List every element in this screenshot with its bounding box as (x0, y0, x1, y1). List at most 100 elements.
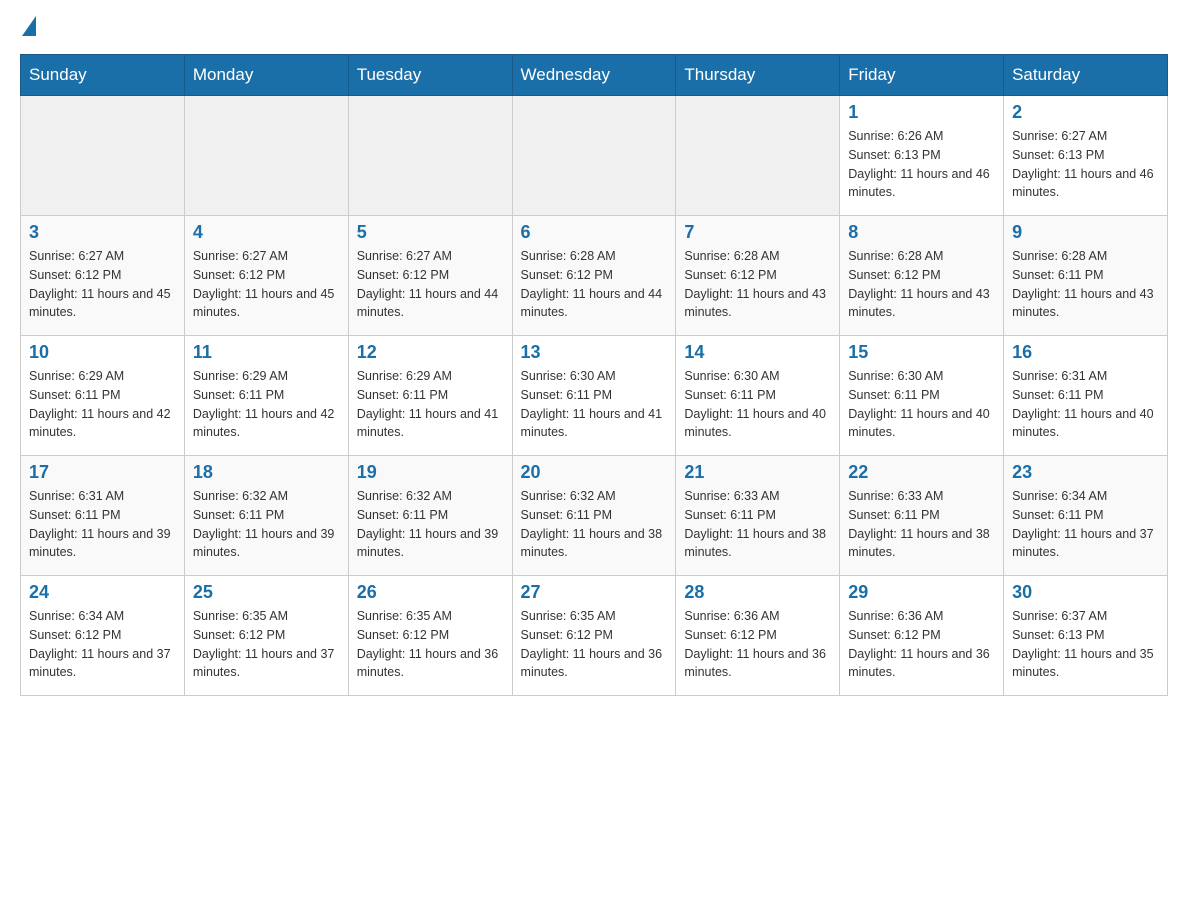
calendar-table: SundayMondayTuesdayWednesdayThursdayFrid… (20, 54, 1168, 696)
calendar-cell (184, 96, 348, 216)
calendar-cell: 23 Sunrise: 6:34 AM Sunset: 6:11 PM Dayli… (1004, 456, 1168, 576)
day-number: 4 (193, 222, 340, 243)
calendar-week-row: 17Sunrise: 6:31 AM Sunset: 6:11 PM Dayli… (21, 456, 1168, 576)
calendar-cell: 10 Sunrise: 6:29 AM Sunset: 6:11 PM Dayli… (21, 336, 185, 456)
day-number: 7 (684, 222, 831, 243)
day-number: 25 (193, 582, 340, 603)
day-number: 9 (1012, 222, 1159, 243)
day-number: 17 (29, 462, 176, 483)
day-info: Sunrise: 6:31 AM Sunset: 6:11 PM Dayligh… (1012, 367, 1159, 442)
day-number: 11 (193, 342, 340, 363)
calendar-week-row: 24 Sunrise: 6:34 AM Sunset: 6:12 PM Dayli… (21, 576, 1168, 696)
calendar-cell: 20 Sunrise: 6:32 AM Sunset: 6:11 PM Dayli… (512, 456, 676, 576)
day-number: 21 (684, 462, 831, 483)
day-info: Sunrise: 6:29 AM Sunset: 6:11 PM Dayligh… (357, 367, 504, 442)
day-of-week-header: Tuesday (348, 55, 512, 96)
day-number: 29 (848, 582, 995, 603)
calendar-cell: 28 Sunrise: 6:36 AM Sunset: 6:12 PM Dayli… (676, 576, 840, 696)
calendar-cell: 5 Sunrise: 6:27 AM Sunset: 6:12 PM Daylig… (348, 216, 512, 336)
calendar-cell: 12 Sunrise: 6:29 AM Sunset: 6:11 PM Dayli… (348, 336, 512, 456)
day-number: 13 (521, 342, 668, 363)
calendar-cell: 22 Sunrise: 6:33 AM Sunset: 6:11 PM Dayli… (840, 456, 1004, 576)
day-number: 30 (1012, 582, 1159, 603)
day-info: Sunrise: 6:26 AM Sunset: 6:13 PM Dayligh… (848, 127, 995, 202)
day-number: 18 (193, 462, 340, 483)
day-info: Sunrise: 6:32 AM Sunset: 6:11 PM Dayligh… (521, 487, 668, 562)
day-info: Sunrise: 6:34 AM Sunset: 6:11 PM Dayligh… (1012, 487, 1159, 562)
page-header (20, 20, 1168, 36)
day-number: 28 (684, 582, 831, 603)
calendar-cell: 16 Sunrise: 6:31 AM Sunset: 6:11 PM Dayli… (1004, 336, 1168, 456)
day-info: Sunrise: 6:32 AM Sunset: 6:11 PM Dayligh… (193, 487, 340, 562)
calendar-cell: 14Sunrise: 6:30 AM Sunset: 6:11 PM Dayli… (676, 336, 840, 456)
day-number: 23 (1012, 462, 1159, 483)
day-info: Sunrise: 6:27 AM Sunset: 6:12 PM Dayligh… (29, 247, 176, 322)
day-info: Sunrise: 6:28 AM Sunset: 6:12 PM Dayligh… (848, 247, 995, 322)
calendar-cell: 30 Sunrise: 6:37 AM Sunset: 6:13 PM Dayli… (1004, 576, 1168, 696)
calendar-cell: 6Sunrise: 6:28 AM Sunset: 6:12 PM Daylig… (512, 216, 676, 336)
day-info: Sunrise: 6:28 AM Sunset: 6:12 PM Dayligh… (521, 247, 668, 322)
calendar-cell: 8 Sunrise: 6:28 AM Sunset: 6:12 PM Daylig… (840, 216, 1004, 336)
day-number: 20 (521, 462, 668, 483)
day-info: Sunrise: 6:29 AM Sunset: 6:11 PM Dayligh… (29, 367, 176, 442)
calendar-cell: 18 Sunrise: 6:32 AM Sunset: 6:11 PM Dayli… (184, 456, 348, 576)
calendar-cell (348, 96, 512, 216)
day-number: 22 (848, 462, 995, 483)
day-number: 5 (357, 222, 504, 243)
day-info: Sunrise: 6:28 AM Sunset: 6:12 PM Dayligh… (684, 247, 831, 322)
day-number: 19 (357, 462, 504, 483)
day-number: 24 (29, 582, 176, 603)
day-info: Sunrise: 6:35 AM Sunset: 6:12 PM Dayligh… (193, 607, 340, 682)
calendar-cell: 3 Sunrise: 6:27 AM Sunset: 6:12 PM Daylig… (21, 216, 185, 336)
day-of-week-header: Saturday (1004, 55, 1168, 96)
day-info: Sunrise: 6:33 AM Sunset: 6:11 PM Dayligh… (848, 487, 995, 562)
calendar-cell: 19Sunrise: 6:32 AM Sunset: 6:11 PM Dayli… (348, 456, 512, 576)
calendar-cell: 26 Sunrise: 6:35 AM Sunset: 6:12 PM Dayli… (348, 576, 512, 696)
calendar-cell: 25 Sunrise: 6:35 AM Sunset: 6:12 PM Dayli… (184, 576, 348, 696)
calendar-cell: 24 Sunrise: 6:34 AM Sunset: 6:12 PM Dayli… (21, 576, 185, 696)
calendar-cell: 2Sunrise: 6:27 AM Sunset: 6:13 PM Daylig… (1004, 96, 1168, 216)
calendar-week-row: 10 Sunrise: 6:29 AM Sunset: 6:11 PM Dayli… (21, 336, 1168, 456)
day-info: Sunrise: 6:36 AM Sunset: 6:12 PM Dayligh… (684, 607, 831, 682)
day-number: 27 (521, 582, 668, 603)
calendar-header-row: SundayMondayTuesdayWednesdayThursdayFrid… (21, 55, 1168, 96)
day-info: Sunrise: 6:28 AM Sunset: 6:11 PM Dayligh… (1012, 247, 1159, 322)
day-number: 26 (357, 582, 504, 603)
day-of-week-header: Wednesday (512, 55, 676, 96)
day-number: 8 (848, 222, 995, 243)
day-info: Sunrise: 6:30 AM Sunset: 6:11 PM Dayligh… (521, 367, 668, 442)
day-number: 14 (684, 342, 831, 363)
logo-triangle-icon (22, 16, 36, 36)
calendar-week-row: 3 Sunrise: 6:27 AM Sunset: 6:12 PM Daylig… (21, 216, 1168, 336)
day-number: 3 (29, 222, 176, 243)
day-number: 1 (848, 102, 995, 123)
day-of-week-header: Sunday (21, 55, 185, 96)
calendar-cell: 13 Sunrise: 6:30 AM Sunset: 6:11 PM Dayli… (512, 336, 676, 456)
calendar-cell: 15 Sunrise: 6:30 AM Sunset: 6:11 PM Dayli… (840, 336, 1004, 456)
day-number: 2 (1012, 102, 1159, 123)
day-info: Sunrise: 6:35 AM Sunset: 6:12 PM Dayligh… (357, 607, 504, 682)
day-number: 15 (848, 342, 995, 363)
day-of-week-header: Monday (184, 55, 348, 96)
calendar-cell: 9 Sunrise: 6:28 AM Sunset: 6:11 PM Daylig… (1004, 216, 1168, 336)
calendar-cell: 4Sunrise: 6:27 AM Sunset: 6:12 PM Daylig… (184, 216, 348, 336)
day-info: Sunrise: 6:27 AM Sunset: 6:12 PM Dayligh… (357, 247, 504, 322)
calendar-cell: 21 Sunrise: 6:33 AM Sunset: 6:11 PM Dayli… (676, 456, 840, 576)
calendar-cell: 7 Sunrise: 6:28 AM Sunset: 6:12 PM Daylig… (676, 216, 840, 336)
calendar-cell (21, 96, 185, 216)
day-info: Sunrise: 6:30 AM Sunset: 6:11 PM Dayligh… (848, 367, 995, 442)
day-number: 16 (1012, 342, 1159, 363)
day-info: Sunrise: 6:33 AM Sunset: 6:11 PM Dayligh… (684, 487, 831, 562)
day-info: Sunrise: 6:37 AM Sunset: 6:13 PM Dayligh… (1012, 607, 1159, 682)
day-of-week-header: Friday (840, 55, 1004, 96)
day-info: Sunrise: 6:34 AM Sunset: 6:12 PM Dayligh… (29, 607, 176, 682)
calendar-cell: 27 Sunrise: 6:35 AM Sunset: 6:12 PM Dayli… (512, 576, 676, 696)
day-number: 12 (357, 342, 504, 363)
day-number: 10 (29, 342, 176, 363)
day-info: Sunrise: 6:35 AM Sunset: 6:12 PM Dayligh… (521, 607, 668, 682)
calendar-cell (676, 96, 840, 216)
calendar-cell: 11Sunrise: 6:29 AM Sunset: 6:11 PM Dayli… (184, 336, 348, 456)
calendar-cell (512, 96, 676, 216)
day-info: Sunrise: 6:36 AM Sunset: 6:12 PM Dayligh… (848, 607, 995, 682)
logo (20, 20, 36, 36)
